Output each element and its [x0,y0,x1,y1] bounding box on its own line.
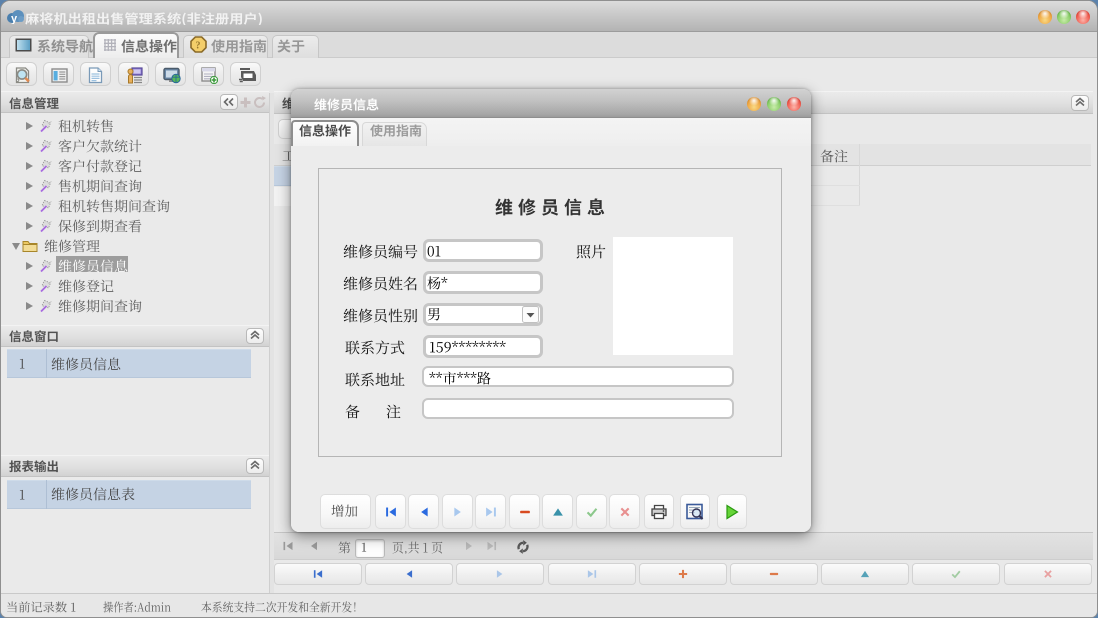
svg-text:?: ? [196,41,201,52]
svg-text:y: y [11,13,18,24]
